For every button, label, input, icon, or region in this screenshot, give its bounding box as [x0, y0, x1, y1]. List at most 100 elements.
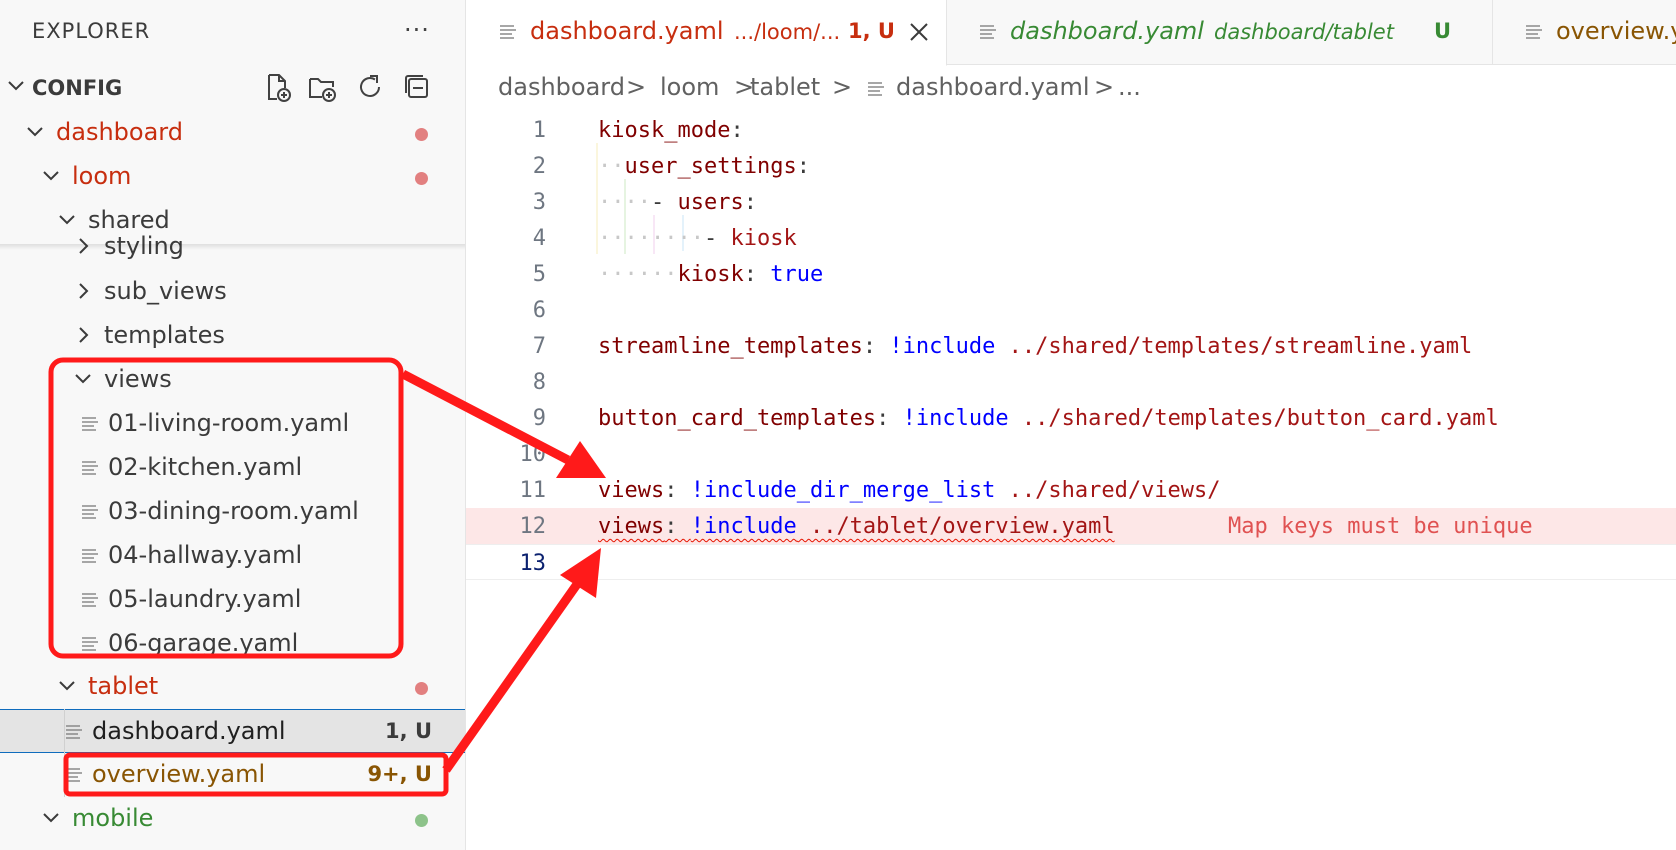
breadcrumb-item[interactable]: ... [1118, 73, 1141, 101]
line-number: 1 [532, 118, 546, 143]
code-line[interactable]: 8 [466, 364, 1676, 400]
tree-file-item[interactable]: overview.yaml 9+, U [0, 753, 465, 797]
error-message: Map keys must be unique [1228, 514, 1533, 539]
breadcrumb-item[interactable]: tablet [750, 73, 820, 101]
code-text: ······kiosk: true [598, 262, 823, 287]
more-actions-icon[interactable]: ··· [404, 16, 430, 44]
code-token: ········ [598, 226, 704, 251]
code-line[interactable]: 3 ····- users: [466, 184, 1676, 220]
line-number: 9 [532, 406, 546, 431]
line-number: 12 [519, 514, 547, 539]
line-number: 11 [519, 478, 547, 503]
code-line[interactable]: 5 ······kiosk: true [466, 256, 1676, 292]
tree-file-item[interactable]: 05-laundry.yaml [0, 578, 465, 622]
tree-item-label: mobile [72, 804, 154, 832]
line-number: 13 [519, 551, 547, 576]
code-token: : [730, 118, 744, 143]
config-section-header[interactable]: CONFIG [0, 70, 465, 106]
code-token: ../tablet/overview.yaml [796, 514, 1115, 539]
chevron-right-icon[interactable] [72, 324, 94, 346]
code-token: ../shared/templates/button_card.yaml [1008, 406, 1499, 431]
code-line[interactable]: 10 [466, 436, 1676, 472]
file-lines-icon [82, 593, 98, 607]
code-token: - [703, 226, 731, 251]
tree-item-label: dashboard.yaml [92, 717, 286, 745]
tree-file-item[interactable]: dashboard.yaml 1, U [0, 709, 465, 753]
sticky-scroll-shadow [0, 244, 465, 250]
chevron-down-icon[interactable] [40, 165, 62, 187]
code-token: : [862, 334, 890, 359]
line-number: 5 [532, 262, 546, 287]
code-line[interactable]: 13 [466, 544, 1676, 580]
tree-item-label: 03-dining-room.yaml [108, 497, 359, 525]
line-number: 3 [532, 190, 546, 215]
tree-file-item[interactable]: 01-living-room.yaml [0, 402, 465, 446]
tree-folder-item[interactable]: tablet [0, 665, 465, 709]
code-line[interactable]: 6 [466, 292, 1676, 328]
code-token: ·· [598, 154, 625, 179]
new-file-icon[interactable] [262, 72, 292, 102]
tab-status: U [1434, 19, 1452, 43]
code-line[interactable]: 7 streamline_templates: !include ../share… [466, 328, 1676, 364]
code-text: views: !include ../tablet/overview.yaml [598, 514, 1115, 539]
explorer-title: EXPLORER [32, 19, 151, 43]
code-token: !include [902, 406, 1009, 431]
editor-tab-bar: dashboard.yaml .../loom/... 1, U dashboa… [466, 0, 1676, 66]
code-token: true [770, 262, 824, 287]
tree-file-item[interactable]: 03-dining-room.yaml [0, 490, 465, 534]
breadcrumb-item[interactable]: loom [660, 73, 719, 101]
modified-dot-icon [415, 172, 428, 185]
tree-file-item[interactable]: 06-garage.yaml [0, 622, 465, 666]
chevron-down-icon[interactable] [56, 675, 78, 697]
file-lines-icon [1526, 25, 1542, 39]
code-text: ········- kiosk [598, 226, 797, 251]
code-text: views: !include_dir_merge_list ../shared… [598, 478, 1221, 503]
tree-item-label: 01-living-room.yaml [108, 409, 350, 437]
breadcrumb-item[interactable]: dashboard.yaml [896, 73, 1090, 101]
file-lines-icon [66, 725, 82, 739]
code-token: ···· [598, 190, 651, 215]
code-line-error[interactable]: 12 views: !include ../tablet/overview.yam… [466, 508, 1676, 544]
line-number: 6 [532, 298, 546, 323]
tab-name: dashboard.yaml [1010, 17, 1204, 45]
tab-dashboard-yaml-tablet[interactable]: dashboard.yaml dashboard/tablet U [946, 0, 1493, 64]
tab-dashboard-yaml-loom[interactable]: dashboard.yaml .../loom/... 1, U [466, 0, 947, 66]
tree-file-item[interactable]: 04-hallway.yaml [0, 534, 465, 578]
tree-folder-item[interactable]: views [0, 358, 465, 402]
chevron-right-icon: > [832, 73, 853, 101]
new-folder-icon[interactable] [307, 72, 337, 102]
line-number: 2 [532, 154, 546, 179]
file-lines-icon [82, 505, 98, 519]
chevron-down-icon[interactable] [24, 121, 46, 143]
chevron-down-icon[interactable] [4, 74, 28, 98]
code-token: users [677, 190, 744, 215]
close-icon[interactable] [906, 19, 932, 45]
tree-file-item[interactable]: 02-kitchen.yaml [0, 446, 465, 490]
tree-folder-item[interactable]: mobile [0, 797, 465, 841]
tree-folder-item[interactable]: sub_views [0, 270, 465, 314]
code-line[interactable]: 1 kiosk_mode: [466, 112, 1676, 148]
chevron-right-icon[interactable] [72, 280, 94, 302]
code-text: button_card_templates: !include ../share… [598, 406, 1499, 431]
line-number: 8 [532, 370, 546, 395]
arrow-line-to-line-12 [442, 577, 584, 773]
file-lines-icon [868, 82, 884, 96]
code-line[interactable]: 9 button_card_templates: !include ../shar… [466, 400, 1676, 436]
code-line[interactable]: 2 ··user_settings: [466, 148, 1676, 184]
code-token: ../shared/views/ [995, 478, 1221, 503]
tree-item-label: 05-laundry.yaml [108, 585, 302, 613]
tree-folder-item[interactable]: dashboard [0, 111, 465, 155]
tree-folder-item[interactable]: templates [0, 314, 465, 358]
chevron-down-icon[interactable] [40, 807, 62, 829]
chevron-down-icon[interactable] [72, 368, 94, 390]
tab-overview-yaml[interactable]: overview.y [1492, 0, 1676, 64]
tree-folder-item[interactable]: loom [0, 155, 465, 199]
breadcrumb-item[interactable]: dashboard [498, 73, 625, 101]
collapse-all-icon[interactable] [402, 72, 432, 102]
code-token: : [664, 478, 691, 503]
code-token: : [664, 514, 691, 539]
tab-name: overview.y [1556, 17, 1676, 45]
code-line[interactable]: 11 views: !include_dir_merge_list ../shar… [466, 472, 1676, 508]
refresh-icon[interactable] [355, 72, 385, 102]
code-line[interactable]: 4 ········- kiosk [466, 220, 1676, 256]
